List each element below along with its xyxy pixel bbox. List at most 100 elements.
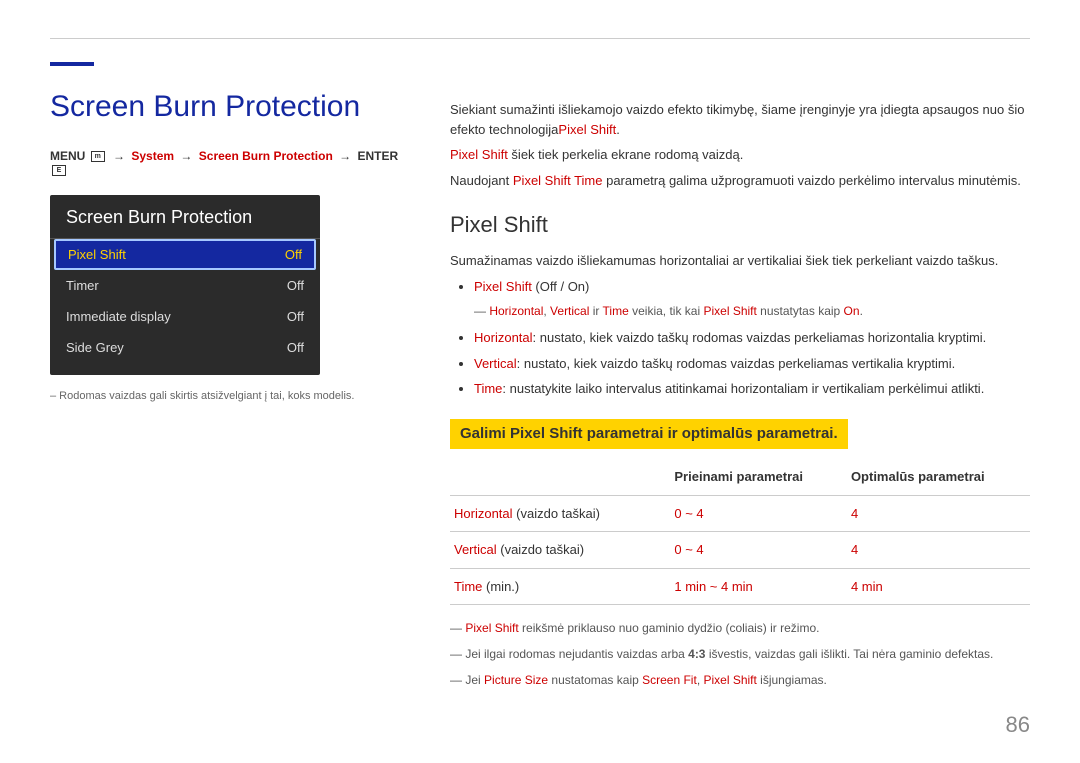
left-column: Screen Burn Protection MENU m → System →… [50, 90, 400, 402]
osd-row-label: Immediate display [66, 309, 171, 324]
table-header: Optimalūs parametrai [847, 459, 1030, 495]
table-header-row: Prieinami parametrai Optimalūs parametra… [450, 459, 1030, 495]
sub-note: Jei Picture Size nustatomas kaip Screen … [450, 671, 1030, 689]
text-red: Horizontal [454, 506, 513, 521]
text: veikia, tik kai [629, 304, 704, 318]
intro-p1: Siekiant sumažinti išliekamojo vaizdo ef… [450, 100, 1030, 139]
yellow-heading: Galimi Pixel Shift parametrai ir optimal… [450, 419, 848, 450]
bullet-item: Vertical: nustato, kiek vaizdo taškų rod… [474, 354, 1030, 374]
text: (min.) [482, 579, 519, 594]
text: nustatytas kaip [757, 304, 844, 318]
text: (vaizdo taškai) [513, 506, 600, 521]
text-red: Vertical [550, 304, 589, 318]
text-red: Pixel Shift Time [513, 173, 603, 188]
osd-screenshot: Screen Burn Protection Pixel ShiftOffTim… [50, 195, 320, 375]
text: Siekiant sumažinti išliekamojo vaizdo ef… [450, 102, 1024, 137]
text: Jei [465, 673, 484, 687]
sub-note: Pixel Shift reikšmė priklauso nuo gamini… [450, 619, 1030, 637]
section-intro: Sumažinamas vaizdo išliekamumas horizont… [450, 251, 1030, 271]
text: . [616, 122, 620, 137]
parameter-table: Prieinami parametrai Optimalūs parametra… [450, 459, 1030, 605]
page-number: 86 [1006, 712, 1030, 738]
osd-menu-row: Pixel Shift Off [54, 239, 316, 270]
page-title: Screen Burn Protection [50, 90, 400, 124]
osd-menu-row: Side Grey Off [50, 332, 320, 363]
menu-icon: m [91, 151, 105, 162]
text: Naudojant [450, 173, 513, 188]
breadcrumb: MENU m → System → Screen Burn Protection… [50, 149, 400, 177]
bullet-list: Horizontal: nustato, kiek vaizdo taškų r… [474, 328, 1030, 399]
table-cell: Horizontal (vaizdo taškai) [450, 495, 670, 532]
table-header [450, 459, 670, 495]
text-red: Time [603, 304, 629, 318]
table-cell: 4 [847, 532, 1030, 569]
osd-row-label: Side Grey [66, 340, 124, 355]
table-cell: 1 min ~ 4 min [670, 568, 847, 605]
text-red: Pixel Shift [558, 122, 616, 137]
osd-menu-row: Timer Off [50, 270, 320, 301]
text: nustatomas kaip [548, 673, 642, 687]
osd-menu-row: Immediate display Off [50, 301, 320, 332]
left-footnote: – Rodomas vaizdas gali skirtis atsižvelg… [50, 390, 400, 402]
text: išvestis, vaizdas gali išlikti. Tai nėra… [705, 647, 993, 661]
table-cell: 4 [847, 495, 1030, 532]
text-red: Vertical [474, 356, 517, 371]
enter-icon: E [52, 165, 66, 176]
top-divider [50, 38, 1030, 39]
breadcrumb-menu: MENU [50, 149, 85, 163]
text-red: On [844, 304, 860, 318]
osd-row-value: Off [285, 247, 302, 262]
text-red: Horizontal [489, 304, 543, 318]
sub-note: Horizontal, Vertical ir Time veikia, tik… [474, 302, 1030, 320]
text-red: Vertical [454, 542, 497, 557]
text-red: Pixel Shift [450, 147, 508, 162]
table-row: Vertical (vaizdo taškai)0 ~ 44 [450, 532, 1030, 569]
text-red: Pixel Shift [474, 279, 532, 294]
breadcrumb-sbp: Screen Burn Protection [199, 149, 333, 163]
text-red: Pixel Shift [703, 673, 756, 687]
table-row: Horizontal (vaizdo taškai)0 ~ 44 [450, 495, 1030, 532]
arrow-icon: → [177, 149, 195, 163]
breadcrumb-system: System [131, 149, 174, 163]
osd-title: Screen Burn Protection [50, 195, 320, 239]
breadcrumb-enter: ENTER [357, 149, 398, 163]
intro-p3: Naudojant Pixel Shift Time parametrą gal… [450, 171, 1030, 191]
bullet-item: Horizontal: nustato, kiek vaizdo taškų r… [474, 328, 1030, 348]
text: šiek tiek perkelia ekrane rodomą vaizdą. [508, 147, 744, 162]
arrow-icon: → [336, 149, 354, 163]
text-red: Pixel Shift [465, 621, 518, 635]
table-cell: 0 ~ 4 [670, 532, 847, 569]
sub-note: Jei ilgai rodomas nejudantis vaizdas arb… [450, 645, 1030, 663]
table-row: Time (min.)1 min ~ 4 min4 min [450, 568, 1030, 605]
text: išjungiamas. [757, 673, 827, 687]
accent-bar [50, 62, 94, 66]
text-red: Time [454, 579, 482, 594]
arrow-icon: → [110, 149, 128, 163]
bullet-item: Pixel Shift (Off / On) [474, 277, 1030, 297]
text-red: Screen Fit [642, 673, 697, 687]
bullet-item: Time: nustatykite laiko intervalus atiti… [474, 379, 1030, 399]
text: (Off / On) [532, 279, 590, 294]
osd-row-label: Timer [66, 278, 99, 293]
after-table-notes: Pixel Shift reikšmė priklauso nuo gamini… [450, 619, 1030, 689]
section-title: Pixel Shift [450, 208, 1030, 241]
text: reikšmė priklauso nuo gaminio dydžio (co… [519, 621, 820, 635]
text: : nustato, kiek vaizdo taškų rodomas vai… [533, 330, 987, 345]
text-bold: 4:3 [688, 647, 705, 661]
osd-row-value: Off [287, 309, 304, 324]
right-column: Siekiant sumažinti išliekamojo vaizdo ef… [450, 100, 1030, 697]
osd-row-value: Off [287, 340, 304, 355]
table-cell: 4 min [847, 568, 1030, 605]
table-cell: Vertical (vaizdo taškai) [450, 532, 670, 569]
osd-row-value: Off [287, 278, 304, 293]
table-cell: 0 ~ 4 [670, 495, 847, 532]
text: : nustatykite laiko intervalus atitinkam… [502, 381, 984, 396]
osd-row-label: Pixel Shift [68, 247, 126, 262]
intro-p2: Pixel Shift šiek tiek perkelia ekrane ro… [450, 145, 1030, 165]
text: . [860, 304, 863, 318]
bullet-list: Pixel Shift (Off / On) [474, 277, 1030, 297]
text: (vaizdo taškai) [497, 542, 584, 557]
text-red: Pixel Shift [703, 304, 756, 318]
table-cell: Time (min.) [450, 568, 670, 605]
text-red: Horizontal [474, 330, 533, 345]
